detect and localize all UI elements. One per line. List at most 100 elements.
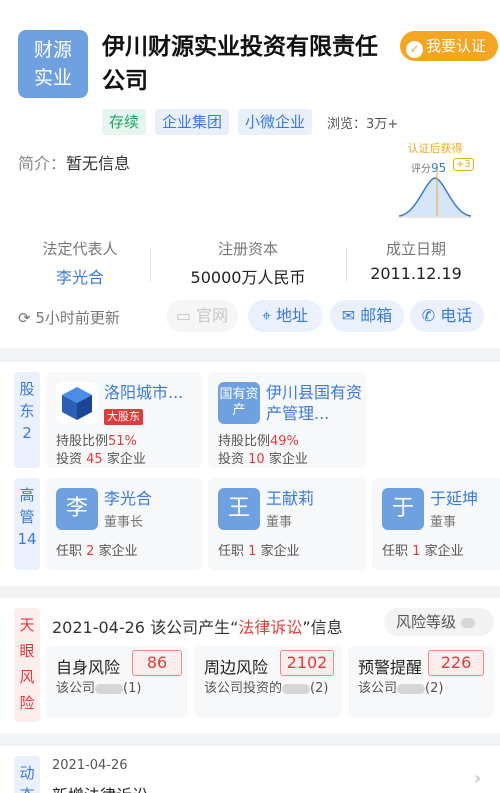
divider [150,248,151,282]
monitor-icon: ▭ [175,306,191,325]
email-button[interactable]: ✉ 邮箱 [330,300,404,332]
certify-label: 我要认证 [426,37,487,55]
stat-label: 成立日期 [385,240,446,258]
ratio-label: 持股比例 [218,434,271,449]
positions-count: 任职 1 家企业 [218,540,300,559]
executive-avatar: 王 [218,488,260,530]
risk-line-highlight: 法律诉讼 [238,618,303,637]
executive-role: 董事 [430,515,457,530]
tag-label: 大股东 [104,409,143,425]
status-tags: 存续 企业集团 小微企业 浏览：3万+ [102,108,398,136]
company-header-card: 财源 实业 伊川财源实业投资有限责任公司 ✓ 我要认证 存续 企业集团 小微企业 … [0,0,500,348]
shareholder-name[interactable]: 洛阳城市... [104,382,183,403]
risk-box-self[interactable]: 自身风险 86 该公司 (1) [46,646,188,718]
executive-card[interactable]: 于 于延坤 董事 任职 1 家企业 [372,478,500,570]
divider [346,248,347,282]
tag-size[interactable]: 小微企业 [238,109,313,135]
risk-count: 86 [132,650,182,676]
stat-label: 注册资本 [217,240,278,258]
executives-count: 14 [17,530,37,548]
tag-group[interactable]: 企业集团 [155,109,230,135]
update-status[interactable]: ⟳ 5小时前更新 [18,307,120,328]
address-button[interactable]: ⌖ 地址 [248,300,322,332]
risk-level-button[interactable]: 风险等级 [384,608,494,636]
shareholders-label: 股东 [19,380,35,420]
stat-value[interactable]: 李光合 [32,264,128,288]
positions-prefix: 任职 [382,544,409,559]
risk-summary[interactable]: 2021-04-26 该公司产生“法律诉讼”信息 [52,614,343,638]
executive-avatar: 于 [382,488,424,530]
shareholder-card[interactable]: 洛阳城市... 大股东 持股比例51% 投资 45 家企业 [46,372,202,468]
risk-line-prefix: 2021-04-26 该公司产生“ [52,618,239,637]
view-count: 浏览：3万+ [327,116,399,132]
executives-side-label[interactable]: 高管 14 [14,478,40,570]
refresh-icon: ⟳ [18,309,31,327]
invest-count: 投资 45 家企业 [56,448,146,467]
executives-label: 高管 [19,486,35,526]
risk-title: 自身风险 [56,658,121,677]
email-label: 邮箱 [360,306,393,325]
risk-count: 2102 [280,650,334,676]
stat-value: 50000万人民币 [190,268,306,287]
invest-suffix: 家企业 [106,452,146,467]
score-curve-icon [398,170,472,218]
invest-prefix: 投资 [218,452,245,467]
blurred-level [460,617,475,628]
risk-desc: 该公司 (2) [358,680,443,698]
risk-count: 226 [428,650,484,676]
risk-desc-suffix: (2) [310,681,329,696]
people-card: 股东 2 洛阳城市... 大股东 持股比例51% 投资 45 家企业 国有资产 … [0,362,500,586]
website-label: 官网 [196,306,229,325]
news-card[interactable]: 动态 2021-04-26 新增法律诉讼 › [0,746,500,793]
executive-card[interactable]: 李 李光合 董事长 任职 2 家企业 [46,478,202,570]
risk-side-label[interactable]: 天眼风险 [14,608,40,722]
shareholders-count: 2 [22,424,32,442]
shareholder-avatar: 国有资产 [218,382,260,424]
executive-name[interactable]: 王献莉 [266,488,314,509]
shareholder-name[interactable]: 伊川县国有资产管理... [266,382,362,424]
certify-button[interactable]: ✓ 我要认证 [400,31,498,61]
intro-value: 暂无信息 [66,154,131,173]
phone-label: 电话 [440,306,473,325]
positions-suffix: 家企业 [98,544,138,559]
tag-status[interactable]: 存续 [102,109,147,135]
executive-name[interactable]: 于延坤 [430,488,478,509]
logo-line-1: 财源 [33,39,72,61]
risk-desc: 该公司投资的 (2) [204,680,340,698]
shareholders-side-label[interactable]: 股东 2 [14,372,40,468]
executive-avatar: 李 [56,488,98,530]
blurred-text [95,683,124,694]
holding-ratio: 持股比例49% [218,430,299,449]
ratio-value: 49% [270,434,299,449]
phone-icon: ✆ [421,306,436,325]
executive-name[interactable]: 李光合 [104,488,152,509]
stat-value: 2011.12.19 [370,264,462,283]
company-intro: 简介：暂无信息 [18,150,130,174]
certification-score-badge[interactable]: 认证后获得 评分95 +3 [395,140,475,222]
key-stats: 法定代表人 李光合 注册资本 50000万人民币 成立日期 2011.12.19 [0,238,500,288]
news-side-label: 动态 [14,756,40,793]
stat-label: 法定代表人 [42,240,118,258]
risk-box-warning[interactable]: 预警提醒 226 该公司 (2) [348,646,494,718]
risk-desc-suffix: (1) [123,681,142,696]
phone-button[interactable]: ✆ 电话 [410,300,484,332]
executive-card[interactable]: 王 王献莉 董事 任职 1 家企业 [208,478,366,570]
update-text: 5小时前更新 [35,309,120,327]
risk-desc-prefix: 该公司 [56,681,96,696]
stat-founded: 成立日期 2011.12.19 [360,238,472,283]
invest-count: 投资 10 家企业 [218,448,308,467]
executive-role: 董事 [266,515,293,530]
shareholder-card[interactable]: 国有资产 伊川县国有资产管理... 持股比例49% 投资 10 家企业 [208,372,366,468]
risk-desc-prefix: 该公司 [358,681,398,696]
positions-prefix: 任职 [56,544,83,559]
stat-legal-rep[interactable]: 法定代表人 李光合 [32,238,128,288]
news-title: 新增法律诉讼 [52,782,148,793]
mail-icon: ✉ [341,306,356,325]
risk-box-surrounding[interactable]: 周边风险 2102 该公司投资的 (2) [194,646,342,718]
action-bar: ⟳ 5小时前更新 ▭ 官网 ⌖ 地址 ✉ 邮箱 ✆ 电话 [0,300,500,334]
risk-title: 周边风险 [204,658,269,677]
website-button[interactable]: ▭ 官网 [166,300,238,332]
chevron-right-icon: › [474,768,482,789]
positions-number: 1 [412,544,421,559]
company-cube-icon [56,382,98,424]
